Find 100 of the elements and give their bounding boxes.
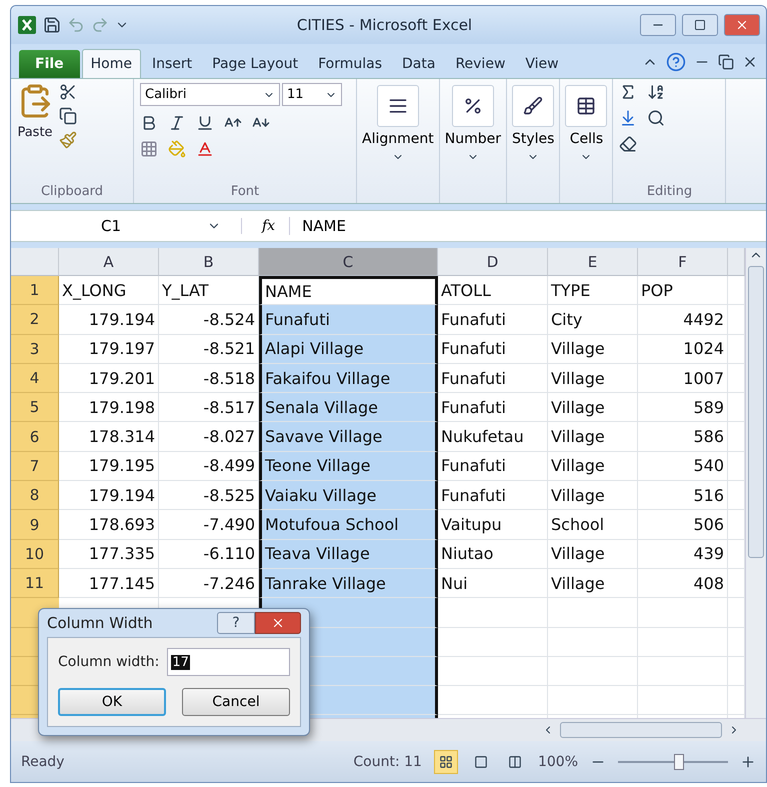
table-cell: 179.194 [59,481,159,510]
close-icon[interactable] [735,18,749,32]
vertical-scrollbar[interactable] [745,248,766,718]
table-cell: Funafuti [438,364,548,394]
table-cell: 179.195 [59,452,159,482]
table-cell: Teone Village [259,452,438,482]
ribbon-button[interactable]: Styles [508,79,558,169]
ribbon-tab[interactable]: Insert [143,49,202,78]
column-header[interactable]: A [59,248,159,276]
slider-thumb[interactable] [674,754,684,770]
close-button[interactable] [255,612,301,634]
help-button[interactable]: ? [217,612,255,634]
row-header[interactable]: 10 [11,540,59,569]
table-cell: 179.197 [59,334,159,364]
ribbon-tab[interactable]: Home [82,49,141,78]
row-header[interactable]: 6 [11,422,59,452]
eraser-icon[interactable] [619,135,638,153]
close-button[interactable] [724,14,760,36]
excel-logo-icon[interactable] [17,15,37,35]
copy-icon[interactable] [59,107,77,125]
ribbon-tab[interactable]: Review [446,49,514,78]
ribbon-button[interactable]: Number [442,79,504,169]
grid-icon [438,754,453,768]
table-cell: Village [548,393,638,422]
table-cell: 178.314 [59,422,159,452]
group-label: Clipboard [40,184,104,201]
dialog-button[interactable]: Cancel [182,688,290,716]
row-header[interactable]: 2 [11,305,59,335]
maximize-button[interactable] [682,14,718,36]
column-header[interactable]: F [638,248,728,276]
maximize-icon[interactable] [694,19,706,31]
table-cell: Village [548,568,638,598]
page-icon [474,754,488,768]
ribbon-tab[interactable]: View [516,49,568,78]
underline-icon[interactable] [196,114,214,132]
row-header[interactable]: 9 [11,510,59,540]
file-tab[interactable]: File [19,50,80,78]
column-header[interactable]: E [548,248,638,276]
borders-icon[interactable] [140,140,158,158]
ribbon-button[interactable]: Alignment [359,79,437,169]
row-header[interactable]: 4 [11,364,59,394]
restore-icon[interactable] [718,54,734,70]
dialog-title: Column Width [47,614,154,632]
name-box[interactable]: C1 [11,217,231,235]
table-cell: Motufoua School [259,510,438,540]
table-cell: -8.518 [159,364,259,394]
save-icon[interactable] [43,16,61,34]
status-mode: Ready [21,754,64,770]
group-label: Editing [646,184,694,201]
table-cell: 1007 [638,364,728,394]
find-icon[interactable] [647,109,666,127]
input-field[interactable]: 17 [167,648,290,676]
table-cell: Village [548,364,638,394]
help-icon[interactable] [666,52,686,72]
table-cell: Funafuti [438,452,548,482]
italic-icon[interactable] [168,114,186,132]
row-header[interactable]: 1 [11,276,59,306]
font-color-icon[interactable] [196,140,214,158]
row-header[interactable]: 11 [11,568,59,598]
table-cell: 179.198 [59,393,159,422]
percent-icon [462,96,483,116]
table-cell: Nukufetau [438,422,548,452]
sort-icon[interactable] [647,83,666,101]
row-header[interactable]: 3 [11,334,59,364]
ribbon-tab[interactable]: Formulas [309,49,391,78]
row-header[interactable]: 5 [11,393,59,422]
column-header[interactable]: C [259,248,438,276]
format-painter-icon[interactable] [59,131,77,149]
table-cell: Vaiaku Village [259,481,438,510]
table-cell: 179.201 [59,364,159,394]
table-cell: Funafuti [438,481,548,510]
column-header[interactable]: B [159,248,259,276]
table-cell: -8.524 [159,305,259,335]
formula-field[interactable]: NAME [289,217,766,235]
normal-view-button[interactable] [434,750,458,774]
status-count: Count: 11 [353,754,422,770]
table-cell: -7.246 [159,568,259,598]
table-cell: Funafuti [438,305,548,335]
table-cell: -6.110 [159,540,259,569]
font-size-field[interactable]: 11 [282,83,342,106]
table-cell: City [548,305,638,335]
column-header[interactable]: D [438,248,548,276]
dialog-button[interactable]: OK [58,688,166,716]
table-cell: 439 [638,540,728,569]
table-cell: 408 [638,568,728,598]
font-name-field[interactable]: Calibri [140,83,280,106]
cut-icon[interactable] [59,83,77,101]
table-cell: Village [548,481,638,510]
ribbon-button[interactable]: Cells [562,79,610,169]
table-cell: 178.693 [59,510,159,540]
table-cell: Tanrake Village [259,568,438,598]
table-cell: Vaitupu [438,510,548,540]
row-header[interactable]: 7 [11,452,59,482]
fill-color-icon[interactable] [168,140,186,158]
zoom-in-icon[interactable] [740,754,756,770]
ribbon-tab[interactable]: Data [393,49,444,78]
row-header[interactable]: 8 [11,481,59,510]
ribbon-tab[interactable]: Page Layout [203,49,308,78]
table-cell: 179.194 [59,305,159,335]
close-icon [271,616,285,630]
